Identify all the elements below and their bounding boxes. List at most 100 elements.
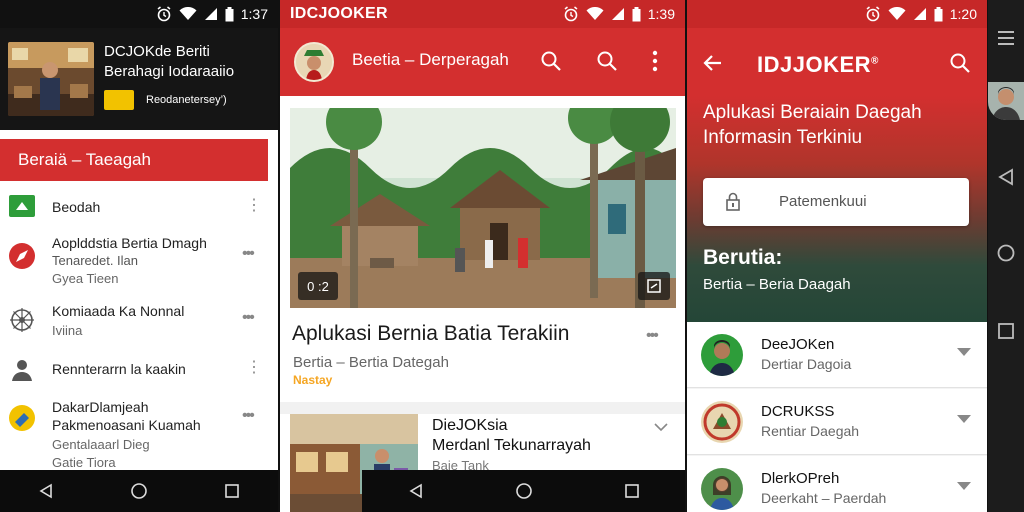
screen-left: 1:37 DCJOKde Beriti Berahagi Iodaraaiio … <box>0 0 278 512</box>
wifi-icon <box>179 7 197 20</box>
list-item-title: Aoplddstia Bertia Dmagh <box>52 235 207 251</box>
list-item[interactable]: Rennterarrn la kaakin ⋮ <box>0 354 268 386</box>
signal-icon <box>204 8 217 20</box>
list-item[interactable]: DCRUKSS Rentiar Daegah <box>687 389 987 455</box>
category-tab[interactable]: Beraiä – Taeagah <box>0 139 268 181</box>
recents-icon[interactable] <box>224 483 240 499</box>
registered-mark: ® <box>871 55 879 67</box>
chevron-down-icon[interactable] <box>957 348 971 356</box>
share-icon[interactable] <box>638 272 670 300</box>
row-title: DieJOKsia <box>432 417 508 434</box>
gallery-count-badge: 0 :2 <box>298 272 338 300</box>
list-item-subtitle: Iviina <box>52 323 83 338</box>
list-item-title: Rennterarrn la kaakin <box>52 361 186 377</box>
back-icon[interactable] <box>38 483 54 499</box>
featured-article[interactable]: DCJOKde Beriti Berahagi Iodaraaiio Reoda… <box>0 28 278 130</box>
item-name: DlerkOPreh <box>761 470 840 487</box>
chevron-down-icon[interactable] <box>957 482 971 490</box>
more-horiz-icon[interactable]: ••• <box>242 408 255 424</box>
section-title: Berutia: <box>703 246 783 269</box>
back-arrow-icon[interactable] <box>703 53 723 73</box>
row-title-line2: Merdanl Tekunarrayah <box>432 437 591 454</box>
recents-icon[interactable] <box>624 483 640 499</box>
list-item-title: Beodah <box>52 199 101 215</box>
list-item[interactable]: Aoplddstia Bertia Dmagh Tenaredet. Ilan … <box>0 234 268 290</box>
more-horiz-icon[interactable]: ••• <box>646 328 659 344</box>
list-item[interactable]: Komiaada Ka Nonnal Iviina ••• <box>0 302 268 342</box>
alarm-icon <box>157 6 171 22</box>
divider <box>280 402 685 414</box>
status-bar: 1:37 <box>0 0 278 28</box>
profile-avatar[interactable] <box>294 42 334 82</box>
item-name: DCRUKSS <box>761 403 835 420</box>
lock-icon <box>726 192 740 211</box>
section-subtitle: Bertia – Beria Daagah <box>703 276 851 293</box>
list-item-title: DakarDlamjeah <box>52 399 149 415</box>
search-icon[interactable] <box>596 50 618 72</box>
list-item[interactable]: DakarDlamjeah Pakmenoasani Kuamah Gental… <box>0 398 268 472</box>
list-item[interactable]: DeeJOKen Dertiar Dagoia <box>687 322 987 388</box>
status-bar: IDCJOOKER 1:39 <box>280 0 685 28</box>
app-name: IDCJOOKER <box>290 5 388 22</box>
avatar <box>701 334 743 376</box>
item-subtitle: Deerkaht – Paerdah <box>761 490 887 506</box>
item-subtitle: Dertiar Dagoia <box>761 356 852 372</box>
home-icon[interactable] <box>997 244 1015 262</box>
menu-icon[interactable] <box>997 30 1015 46</box>
status-time: 1:37 <box>240 6 268 22</box>
wifi-icon <box>586 7 604 20</box>
article-headline[interactable]: Aplukasi Bernia Batia Terakiin <box>292 322 569 346</box>
chevron-down-icon[interactable] <box>957 415 971 423</box>
status-time: 1:20 <box>949 6 977 22</box>
app-brand: IDJJOKER® <box>757 52 879 78</box>
system-nav-rail <box>988 0 1024 512</box>
more-vert-icon[interactable]: ⋮ <box>246 198 262 214</box>
search-field[interactable]: Patemenkuui <box>703 178 969 226</box>
home-icon[interactable] <box>130 482 148 500</box>
more-horiz-icon[interactable]: ••• <box>242 246 255 262</box>
list-item-meta: Gyea Tieen <box>52 271 119 286</box>
compass-icon <box>8 242 36 270</box>
back-icon[interactable] <box>408 483 424 499</box>
list-item-subtitle: Pakmenoasani Kuamah <box>52 417 201 433</box>
nav-bar <box>362 470 685 512</box>
item-subtitle: Rentiar Daegah <box>761 423 860 439</box>
list-item[interactable]: DlerkOPreh Deerkaht – Paerdah <box>687 456 987 512</box>
battery-icon <box>934 6 943 21</box>
article-meta: Bertia – Bertia Dategah <box>293 354 449 371</box>
nav-bar <box>0 470 278 512</box>
toolbar-title: Beetia – Derperagah <box>352 50 509 69</box>
alarm-icon <box>866 6 880 22</box>
list-item-subtitle: Tenaredet. Ilan <box>52 253 139 268</box>
screen-right: 1:20 IDJJOKER® Aplukasi Beraiain Daegah … <box>687 0 987 512</box>
chevron-down-icon[interactable] <box>654 422 668 432</box>
wifi-icon <box>888 7 906 20</box>
search-icon[interactable] <box>540 50 562 72</box>
article-row[interactable]: DieJOKsia Merdanl Tekunarrayah Baie Tank <box>290 414 680 512</box>
list-item-title: Komiaada Ka Nonnal <box>52 303 185 319</box>
toolbar: IDJJOKER® <box>687 28 987 98</box>
list-item-meta: Gentalaaarl Dieg <box>52 437 150 452</box>
article-tag[interactable]: Nastay <box>293 373 332 387</box>
more-horiz-icon[interactable]: ••• <box>242 310 255 326</box>
hero-title: Aplukasi Beraiain Daegah Informasin Terk… <box>703 102 922 148</box>
more-vert-icon[interactable]: ⋮ <box>246 360 262 376</box>
person-icon <box>8 356 36 384</box>
more-vert-icon[interactable] <box>652 50 658 72</box>
search-placeholder: Patemenkuui <box>779 193 867 210</box>
home-icon[interactable] <box>515 482 533 500</box>
back-icon[interactable] <box>997 168 1015 186</box>
signal-icon <box>611 8 624 20</box>
screen-middle: IDCJOOKER 1:39 Beetia – Derperagah 0:2 … <box>280 0 685 512</box>
battery-icon <box>225 6 234 21</box>
featured-subtitle: Reodanetersey’) <box>146 94 227 106</box>
menu-list: Beodah ⋮ Aoplddstia Bertia Dmagh Tenared… <box>0 184 268 472</box>
search-icon[interactable] <box>949 52 971 74</box>
avatar[interactable] <box>988 82 1024 120</box>
featured-title[interactable]: DCJOKde Beriti Berahagi Iodaraaiio <box>104 42 274 82</box>
list-item[interactable]: Beodah ⋮ <box>0 184 268 230</box>
article-hero-image[interactable]: 0 :2 <box>290 108 676 308</box>
item-name: DeeJOKen <box>761 336 835 353</box>
featured-thumbnail[interactable] <box>8 42 94 116</box>
recents-icon[interactable] <box>997 322 1015 340</box>
